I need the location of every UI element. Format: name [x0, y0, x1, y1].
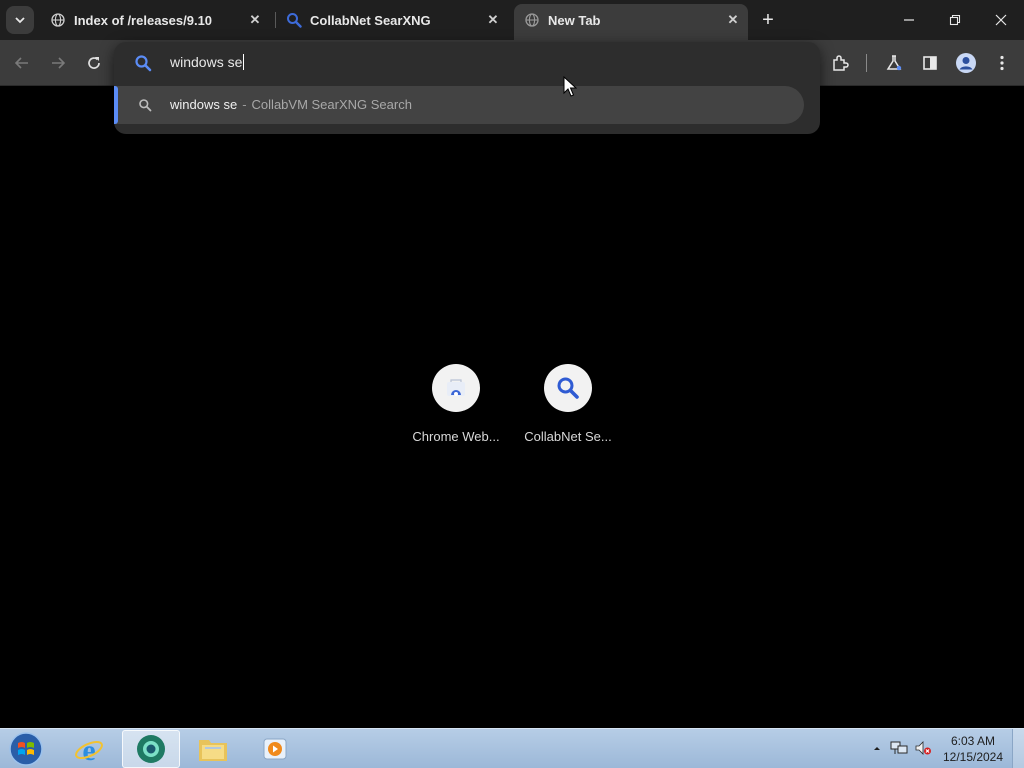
- flask-icon: [886, 55, 902, 71]
- shortcut-collabnet-searxng[interactable]: CollabNet Se...: [512, 364, 624, 454]
- clock-time: 6:03 AM: [950, 734, 996, 748]
- tab-collabnet-searxng[interactable]: CollabNet SearXNG ✕: [278, 4, 508, 36]
- system-clock[interactable]: 6:03 AM 12/15/2024: [934, 733, 1012, 765]
- tab-search-button[interactable]: [6, 6, 34, 34]
- suggestion-separator: -: [242, 97, 247, 112]
- file-explorer-icon: [199, 740, 227, 761]
- labs-button[interactable]: [880, 49, 908, 77]
- taskbar-file-explorer[interactable]: [184, 730, 242, 768]
- shortcut-chrome-web-store[interactable]: Chrome Web...: [400, 364, 512, 454]
- volume-muted-icon: [915, 741, 931, 755]
- suggestion-query: windows se: [170, 97, 238, 112]
- reload-icon: [88, 57, 100, 69]
- restore-icon: [949, 14, 961, 26]
- globe-icon: [50, 12, 66, 28]
- chevron-up-icon: [874, 747, 880, 750]
- back-button[interactable]: [8, 49, 36, 77]
- suggestion-text: windows se - CollabVM SearXNG Search: [170, 97, 412, 112]
- tab-title: Index of /releases/9.10: [74, 12, 213, 28]
- svg-text:e: e: [82, 734, 95, 765]
- chrome-icon: [137, 735, 165, 763]
- minimize-icon: [904, 19, 914, 21]
- close-icon[interactable]: ✕: [246, 11, 264, 29]
- omnibox-suggestion[interactable]: windows se - CollabVM SearXNG Search: [114, 86, 804, 124]
- chevron-down-icon: [15, 17, 25, 24]
- side-panel-button[interactable]: [916, 49, 944, 77]
- shortcut-label: Chrome Web...: [412, 429, 500, 444]
- tab-new-tab[interactable]: New Tab ✕: [514, 4, 748, 40]
- globe-icon: [524, 12, 540, 28]
- close-icon[interactable]: ✕: [484, 11, 502, 29]
- new-tab-button[interactable]: +: [754, 6, 782, 34]
- search-icon: [134, 54, 152, 72]
- network-icon: [890, 741, 908, 754]
- suggestion-engine: CollabVM SearXNG Search: [251, 97, 412, 112]
- restore-button[interactable]: [932, 0, 978, 40]
- clock-date: 12/15/2024: [942, 750, 1004, 764]
- close-icon[interactable]: ✕: [724, 11, 742, 29]
- start-button[interactable]: [6, 730, 46, 768]
- tab-separator: [275, 12, 276, 28]
- address-bar[interactable]: windows se: [114, 42, 820, 84]
- profile-button[interactable]: [952, 49, 980, 77]
- tab-strip: Index of /releases/9.10 ✕ CollabNet Sear…: [0, 0, 1024, 40]
- toolbar-divider: [866, 54, 867, 72]
- puzzle-icon: [833, 55, 849, 71]
- forward-button[interactable]: [44, 49, 72, 77]
- close-window-button[interactable]: [978, 0, 1024, 40]
- menu-button[interactable]: [988, 49, 1016, 77]
- taskbar-chrome[interactable]: [122, 730, 180, 768]
- windows-start-orb-icon: [9, 732, 43, 766]
- network-tray-icon[interactable]: [890, 739, 908, 757]
- extensions-button[interactable]: [826, 49, 854, 77]
- omnibox-popup: windows se windows se - CollabVM SearXNG S…: [114, 42, 820, 134]
- tab-title: CollabNet SearXNG: [310, 12, 431, 28]
- shortcut-label: CollabNet Se...: [524, 429, 612, 444]
- address-input-value: windows se: [170, 54, 243, 70]
- taskbar-media-player[interactable]: [246, 730, 304, 768]
- taskbar-internet-explorer[interactable]: e: [60, 730, 118, 768]
- close-icon: [995, 14, 1007, 26]
- volume-tray-icon[interactable]: [914, 739, 932, 757]
- reload-button[interactable]: [80, 49, 108, 77]
- search-icon: [286, 12, 302, 28]
- tab-index-releases[interactable]: Index of /releases/9.10 ✕: [42, 4, 270, 36]
- suggestion-selection-bar: [114, 86, 118, 124]
- mouse-cursor-icon: [563, 76, 577, 97]
- address-input[interactable]: windows se: [170, 54, 245, 70]
- side-panel-icon: [923, 56, 937, 70]
- search-icon: [138, 98, 152, 112]
- show-hidden-icons-button[interactable]: [868, 739, 886, 757]
- windows-taskbar: e 6:03 AM 12/15/2024: [0, 728, 1024, 768]
- kebab-menu-icon: [1000, 55, 1004, 71]
- avatar-icon: [956, 53, 976, 73]
- desktop-screen: Index of /releases/9.10 ✕ CollabNet Sear…: [0, 0, 1024, 768]
- show-desktop-button[interactable]: [1012, 729, 1024, 768]
- internet-explorer-icon: e: [75, 734, 103, 765]
- chrome-web-store-icon: [447, 379, 465, 396]
- arrow-right-icon: [52, 57, 66, 69]
- minimize-button[interactable]: [886, 0, 932, 40]
- media-player-icon: [263, 738, 287, 760]
- arrow-left-icon: [14, 57, 28, 69]
- text-caret: [243, 54, 245, 70]
- search-icon: [557, 377, 579, 399]
- shortcut-icon-circle: [544, 364, 592, 412]
- shortcut-icon-circle: [432, 364, 480, 412]
- tab-title: New Tab: [548, 12, 601, 28]
